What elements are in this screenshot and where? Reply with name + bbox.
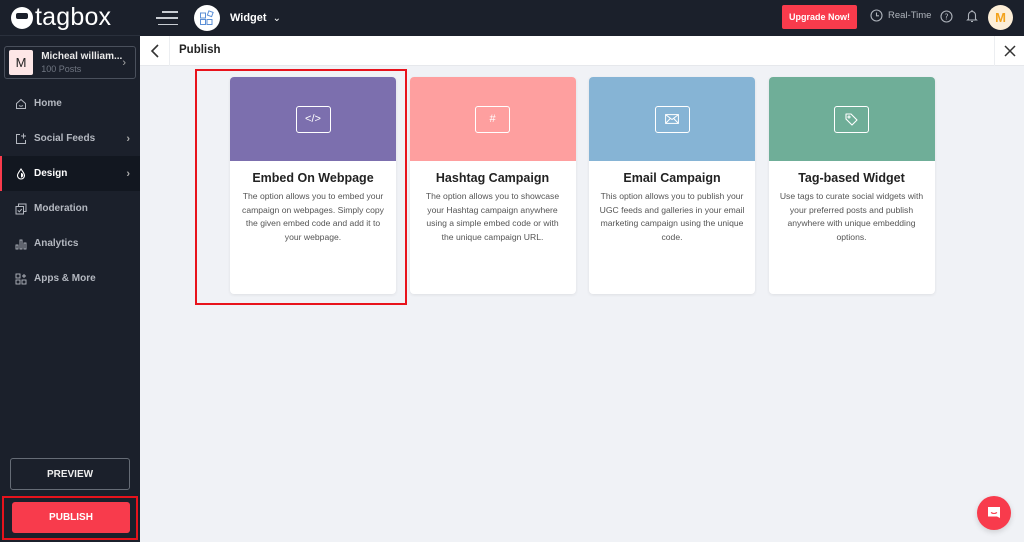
clock-icon: [870, 9, 883, 22]
account-name: Micheal william...: [41, 51, 123, 62]
chat-widget-button[interactable]: [977, 496, 1011, 530]
chat-icon: [988, 507, 1000, 518]
sidebar-item-label: Design: [34, 168, 68, 179]
brand-logo[interactable]: tagbox: [0, 0, 140, 36]
moderation-icon: [15, 203, 27, 215]
sidebar-nav: Home Social Feeds › Design › Moderation: [0, 86, 140, 296]
option-card-embed-webpage[interactable]: </> Embed On Webpage The option allows y…: [230, 77, 396, 294]
account-avatar: M: [9, 50, 34, 75]
option-card-email-campaign[interactable]: Email Campaign This option allows you to…: [589, 77, 755, 294]
account-switcher[interactable]: M Micheal william... 100 Posts ›: [4, 46, 136, 79]
publish-options: </> Embed On Webpage The option allows y…: [230, 77, 935, 294]
code-icon: </>: [295, 105, 331, 133]
publish-button[interactable]: PUBLISH: [12, 502, 130, 533]
chevron-down-icon[interactable]: ⌄: [273, 13, 281, 24]
chevron-right-icon: ›: [126, 132, 130, 145]
card-description: Use tags to curate social widgets with y…: [779, 191, 924, 242]
widget-icon: [194, 5, 220, 31]
design-drop-icon: [15, 167, 27, 180]
sidebar-item-home[interactable]: Home: [0, 86, 140, 121]
back-button[interactable]: [140, 36, 170, 66]
sidebar-item-apps-more[interactable]: Apps & More: [0, 261, 140, 296]
card-description: The option allows you to embed your camp…: [242, 191, 384, 242]
card-header: #: [409, 77, 576, 161]
chevron-right-icon: ›: [126, 167, 130, 180]
close-button[interactable]: [994, 36, 1024, 66]
card-description: The option allows you to showcase your H…: [425, 191, 560, 242]
card-description: This option allows you to publish your U…: [599, 191, 745, 242]
hashtag-icon: #: [475, 105, 510, 133]
realtime-toggle[interactable]: Real-Time: [870, 9, 931, 22]
sidebar-item-moderation[interactable]: Moderation: [0, 191, 140, 226]
card-header: [768, 77, 935, 161]
upgrade-now-button[interactable]: Upgrade Now!: [782, 5, 857, 29]
card-title: Email Campaign: [623, 171, 721, 185]
envelope-icon: [654, 105, 690, 133]
user-avatar[interactable]: M: [988, 5, 1013, 30]
card-header: [589, 77, 755, 161]
card-title: Embed On Webpage: [252, 171, 374, 185]
close-icon: [1003, 45, 1016, 57]
chevron-left-icon: [150, 44, 159, 58]
option-card-hashtag-campaign[interactable]: # Hashtag Campaign The option allows you…: [409, 77, 576, 294]
card-title: Hashtag Campaign: [435, 171, 550, 185]
tagbox-logo-icon: [11, 6, 33, 29]
card-title: Tag-based Widget: [798, 171, 905, 185]
sidebar-item-social-feeds[interactable]: Social Feeds ›: [0, 121, 140, 156]
svg-text:?: ?: [944, 12, 948, 21]
page-title: Publish: [179, 44, 221, 56]
sidebar-item-label: Social Feeds: [34, 133, 96, 144]
help-icon[interactable]: ?: [940, 10, 953, 23]
bell-icon[interactable]: [966, 9, 978, 23]
analytics-icon: [15, 238, 27, 250]
realtime-label: Real-Time: [888, 10, 932, 21]
top-bar: Widget ⌄ Upgrade Now! Real-Time ? M: [140, 0, 1024, 36]
sidebar-item-label: Apps & More: [34, 273, 96, 284]
sidebar-item-design[interactable]: Design ›: [0, 156, 140, 191]
account-posts-count: 100 Posts: [41, 64, 82, 74]
preview-button[interactable]: PREVIEW: [10, 458, 130, 490]
tag-icon: [834, 105, 869, 133]
add-feed-icon: [15, 133, 27, 145]
option-card-tag-widget[interactable]: Tag-based Widget Use tags to curate soci…: [768, 77, 935, 294]
apps-icon: [15, 273, 27, 285]
sidebar: tagbox M Micheal william... 100 Posts › …: [0, 0, 140, 542]
widget-selector-label[interactable]: Widget: [230, 12, 267, 24]
menu-toggle-icon[interactable]: [156, 11, 178, 25]
home-icon: [15, 98, 27, 110]
sidebar-item-label: Home: [34, 98, 62, 109]
brand-name: tagbox: [35, 3, 112, 31]
sidebar-item-analytics[interactable]: Analytics: [0, 226, 140, 261]
page-header: Publish: [140, 36, 1024, 66]
sidebar-item-label: Analytics: [34, 238, 79, 249]
chevron-right-icon: ›: [122, 56, 126, 69]
card-header: </>: [230, 77, 396, 161]
sidebar-item-label: Moderation: [34, 203, 88, 214]
publish-highlight: PUBLISH: [2, 496, 138, 540]
